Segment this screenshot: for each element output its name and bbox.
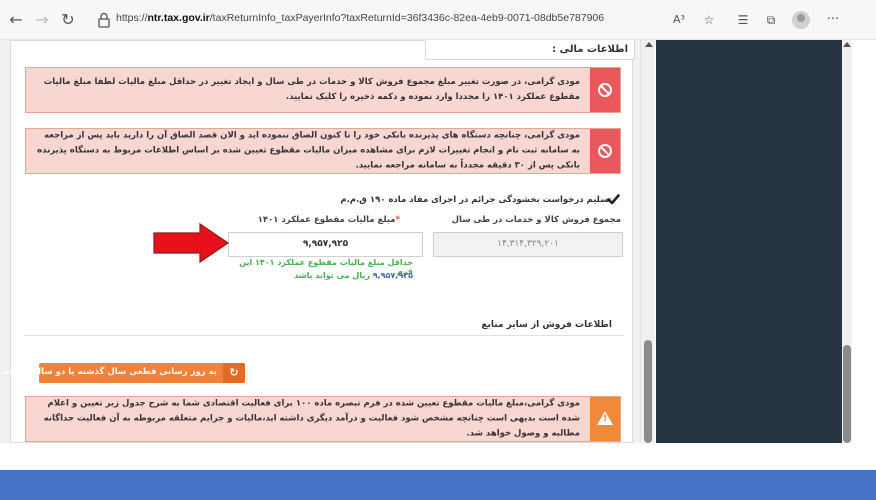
side-panel-scrollbar[interactable] bbox=[842, 40, 852, 443]
alert-icon-box bbox=[590, 397, 620, 441]
update-button-label: به روز رسانی قطعی سال گذشته یا دو سال گذ… bbox=[3, 367, 217, 377]
window-margin bbox=[852, 40, 876, 470]
back-icon[interactable]: ← bbox=[6, 10, 26, 30]
scroll-thumb[interactable] bbox=[843, 345, 851, 443]
fixed-tax-input[interactable]: ۹,۹۵۷,۹۲۵ bbox=[228, 232, 423, 257]
other-sales-title: اطلاعات فروش از سایر منابع bbox=[481, 320, 612, 330]
url-text[interactable]: https://ntr.tax.gov.ir/taxReturnInfo_tax… bbox=[116, 12, 604, 24]
bottom-banner bbox=[0, 470, 876, 500]
forward-icon[interactable]: → bbox=[32, 10, 52, 30]
alert-icon-box bbox=[590, 68, 620, 112]
alert-text: مودی گرامی،مبلغ مالیات مقطوع تعیین شده د… bbox=[43, 398, 580, 439]
read-aloud-icon[interactable]: A³ bbox=[670, 11, 688, 29]
side-panel bbox=[656, 40, 852, 443]
required-mark: * bbox=[395, 215, 400, 225]
collections-icon[interactable]: ⧉ bbox=[762, 11, 780, 29]
alert-fixed-tax-warning: مودی گرامی،مبلغ مالیات مقطوع تعیین شده د… bbox=[25, 396, 621, 442]
refresh-icon: ↻ bbox=[229, 366, 239, 379]
penalty-waiver-label: تسلیم درخواست بخشودگی جرائم در اجرای مفا… bbox=[340, 195, 612, 205]
section-divider bbox=[24, 335, 624, 336]
profile-icon[interactable] bbox=[792, 11, 810, 29]
ban-icon bbox=[598, 83, 612, 97]
lock-icon[interactable] bbox=[96, 11, 112, 29]
financial-info-panel: اطلاعات مالی : مودی گرامی، در صورت تغییر… bbox=[4, 40, 635, 443]
alert-icon-box bbox=[590, 129, 620, 173]
alert-sales-change: مودی گرامی، در صورت تغییر مبلغ مجموع فرو… bbox=[25, 67, 621, 113]
red-arrow-annotation bbox=[153, 223, 230, 263]
min-tax-hint-amount-line: ۹,۹۵۷,۹۲۵ ریال می تواند باشد bbox=[294, 271, 413, 280]
alert-text: مودی گرامی، در صورت تغییر مبلغ مجموع فرو… bbox=[43, 77, 580, 102]
scroll-up-arrow[interactable] bbox=[843, 42, 851, 47]
favorite-icon[interactable]: ☆ bbox=[700, 11, 718, 29]
sales-total-label: مجموع فروش کالا و خدمات در طی سال bbox=[451, 215, 621, 225]
address-bar[interactable]: https://ntr.tax.gov.ir/taxReturnInfo_tax… bbox=[88, 9, 648, 33]
page-scrollbar[interactable] bbox=[640, 40, 655, 443]
alert-text: مودی گرامی، چنانچه دستگاه های پذیرنده با… bbox=[37, 130, 580, 171]
fixed-tax-label: *مبلغ مالیات مقطوع عملکرد ۱۴۰۱ bbox=[257, 215, 400, 225]
page-content: اطلاعات مالی : مودی گرامی، در صورت تغییر… bbox=[0, 40, 640, 443]
scroll-thumb[interactable] bbox=[644, 340, 652, 443]
update-previous-years-button[interactable]: ↻ به روز رسانی قطعی سال گذشته یا دو سال … bbox=[4, 363, 245, 383]
window-bottom-edge bbox=[0, 443, 876, 470]
browser-toolbar: ← → ↻ https://ntr.tax.gov.ir/taxReturnIn… bbox=[0, 0, 876, 40]
ban-icon bbox=[598, 144, 612, 158]
panel-header: اطلاعات مالی : bbox=[425, 40, 635, 60]
scroll-up-arrow[interactable] bbox=[645, 42, 653, 47]
alert-pos-device: مودی گرامی، چنانچه دستگاه های پذیرنده با… bbox=[25, 128, 621, 174]
sales-total-field: ۱۴,۳۱۴,۳۲۹,۲۰۱ bbox=[433, 232, 623, 257]
warning-icon bbox=[597, 411, 613, 425]
btn-icon-box: ↻ bbox=[223, 363, 245, 383]
favorites-list-icon[interactable]: ☰ bbox=[734, 11, 752, 29]
more-icon[interactable]: ··· bbox=[824, 11, 842, 29]
min-tax-amount: ۹,۹۵۷,۹۲۵ bbox=[372, 271, 413, 280]
panel-title: اطلاعات مالی : bbox=[552, 44, 628, 55]
refresh-icon[interactable]: ↻ bbox=[58, 10, 78, 30]
